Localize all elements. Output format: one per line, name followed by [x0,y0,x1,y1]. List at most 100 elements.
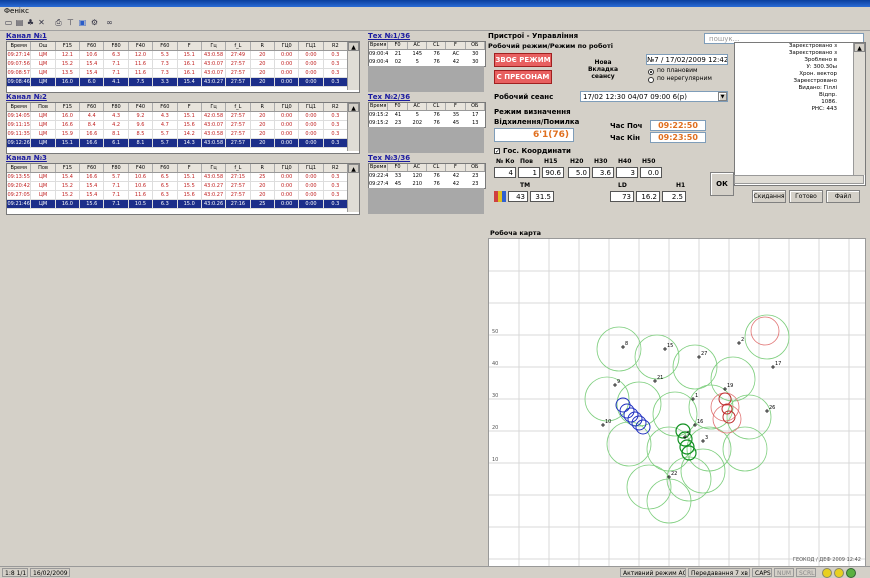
new-icon[interactable]: ▭ [4,18,13,27]
table-row[interactable]: 09:11:35 ЦМ 15.9 16.6 8.1 8.5 5.7 14.2 43:0.58 27… [7,130,349,139]
channel-table-scrollbar[interactable]: ▲ [347,164,359,212]
list-item[interactable]: РНС: 443 [735,106,851,113]
map-point-label[interactable]: 16 [697,419,703,425]
column-header[interactable]: f_L [226,103,251,111]
column-header[interactable]: F80 [104,164,129,172]
deviation-field[interactable]: 6'1(76) [494,128,574,142]
column-header[interactable]: ОБ [466,164,485,171]
column-header[interactable]: F80 [104,42,129,50]
column-header[interactable]: АС [408,103,427,110]
column-header[interactable]: F40 [129,42,154,50]
column-header[interactable]: F60 [80,42,105,50]
list-item[interactable]: Зареєстровано з [735,50,851,57]
list-item[interactable]: Видано: Гіллі [735,85,851,92]
column-header[interactable]: Время [7,103,32,111]
param-field[interactable]: 0.0 [640,167,662,178]
table-row[interactable]: 09:15:28 23 202 76 45 13 [369,119,485,127]
map-point-label[interactable]: 22 [671,471,677,477]
session-select[interactable]: 17/02 12:30 04/07 09:00 6(р) [580,91,728,102]
column-header[interactable]: Время [7,164,32,172]
channel-table[interactable]: Время Пов F15 F60 F80 F40 F60 F Гц f_L R ГЦ0 ГЦ1 R2 09… [6,102,360,154]
table-row[interactable]: 09:13:55 ЦМ 15.4 16.6 5.7 10.6 6.5 15.1 43:0.58 2… [7,173,349,182]
file-button[interactable]: Файл [826,190,860,203]
table-row[interactable]: 09:27:05 ЦМ 15.2 15.4 7.1 11.6 6.3 15.6 43:0.27 2… [7,191,349,200]
channel-table-scrollbar[interactable]: ▲ [347,103,359,151]
column-header[interactable]: F [446,42,466,49]
column-header[interactable]: F [446,103,466,110]
column-header[interactable]: F [446,164,466,171]
table-row[interactable]: 09:14:05 ЦМ 16.0 4.4 4.3 9.2 4.3 15.1 42:0.58 27:… [7,112,349,121]
list-item[interactable]: У: 300.30ы [735,64,851,71]
antenna-icon[interactable]: ⊤ [66,18,75,27]
list-item[interactable]: Хрон. вектор [735,71,851,78]
ok-button[interactable]: ОК [710,172,734,196]
scroll-up-icon[interactable]: ▲ [348,103,359,112]
scroll-up-icon[interactable]: ▲ [348,42,359,51]
map-point-label[interactable]: 21 [657,375,663,381]
session-dropdown-icon[interactable]: ▼ [718,92,727,101]
table-row[interactable]: 09:08:46 ЦМ 16.0 6.0 4.1 7.5 3.3 15.4 43:0.27 27:… [7,78,349,87]
table-row[interactable]: 09:12:26 ЦМ 15.1 16.6 6.1 8.1 5.7 14.3 43:0.58 27… [7,139,349,148]
radio-irregular[interactable] [648,77,654,83]
list-item[interactable]: 1086. [735,99,851,106]
column-header[interactable]: Пов [31,103,56,111]
map-point-label[interactable]: 10 [605,419,611,425]
column-header[interactable]: ОБ [466,42,485,49]
list-item[interactable]: Зроблено в [735,57,851,64]
table-row[interactable]: 09:22:43 33 120 76 42 23 [369,172,485,180]
list-item[interactable]: Зареєстровано з [735,43,851,50]
column-header[interactable]: F0 [388,103,408,110]
column-header[interactable]: F60 [153,164,178,172]
column-header[interactable]: F0 [388,164,408,171]
map-point-label[interactable]: 2 [741,337,744,343]
map-point-label[interactable]: 3 [705,435,708,441]
column-header[interactable]: F15 [56,164,81,172]
param-field[interactable]: 31.5 [530,191,554,202]
mode1-button[interactable]: ЗВОЄ РЕЖИМ [494,53,552,67]
column-header[interactable]: Гц [202,42,227,50]
map-point-label[interactable]: 26 [769,405,775,411]
list-item[interactable]: Відпр. [735,92,851,99]
column-header[interactable]: R [251,164,275,172]
param-field[interactable]: 3 [616,167,638,178]
column-header[interactable]: Время [369,164,389,171]
end-time-field[interactable]: 09:23:50 [650,132,706,143]
column-header[interactable]: Время [369,103,389,110]
table-row[interactable]: 09:11:15 ЦМ 16.6 8.4 4.2 9.6 4.7 15.6 43:0.07 27:… [7,121,349,130]
users-icon[interactable]: ♣ [26,18,35,27]
monitor-icon[interactable]: ▣ [78,18,87,27]
message-list-hscroll[interactable] [734,175,864,184]
column-header[interactable]: F60 [80,164,105,172]
scroll-up-icon[interactable]: ▲ [854,43,865,52]
map-canvas[interactable]: 50 40 30 20 10 8 15 27 2 17 9 21 1 19 26 10 16 5 22 3 [489,239,865,566]
column-header[interactable]: Ош [31,42,56,50]
table-row[interactable]: 09:21:46 ЦМ 16.0 15.6 7.1 10.5 6.3 15.0 43:0.26 2… [7,200,349,209]
table-row[interactable]: 09:27:14 ЦМ 12.1 10.6 6.3 12.0 5.3 15.1 43:0.58 2… [7,51,349,60]
link-icon[interactable]: ∞ [105,18,114,27]
column-header[interactable]: F [178,103,202,111]
column-header[interactable]: F80 [104,103,129,111]
map-point-label[interactable]: 17 [775,361,781,367]
column-header[interactable]: ГЦ0 [275,164,300,172]
settings-icon[interactable]: ⚙ [90,18,99,27]
map-point-label[interactable]: 15 [667,343,673,349]
column-header[interactable]: Пов [31,164,56,172]
column-header[interactable]: ОБ [466,103,485,110]
table-row[interactable]: 09:00:48 21 145 76 АС 30 [369,50,485,58]
param-field[interactable]: 3.6 [592,167,614,178]
message-list-scrollbar[interactable]: ▲ [853,43,865,175]
scroll-up-icon[interactable]: ▲ [348,164,359,173]
column-header[interactable]: f_L [226,42,251,50]
work-map[interactable]: 50 40 30 20 10 8 15 27 2 17 9 21 1 19 26 10 16 5 22 3 ГЕОКО… [488,238,866,567]
column-header[interactable]: ГЦ1 [299,164,324,172]
table-row[interactable]: 09:00:48 02 5 76 42 30 [369,58,485,66]
column-header[interactable]: Гц [202,164,227,172]
map-point-label[interactable]: 1 [695,393,698,399]
column-header[interactable]: СL [427,164,447,171]
param-field[interactable]: 2.5 [662,191,686,202]
tools-icon[interactable]: ✕ [37,18,46,27]
param-field[interactable]: 73 [610,191,634,202]
column-header[interactable]: ГЦ0 [275,42,300,50]
column-header[interactable]: СL [427,103,447,110]
param-field[interactable]: 16.2 [636,191,660,202]
